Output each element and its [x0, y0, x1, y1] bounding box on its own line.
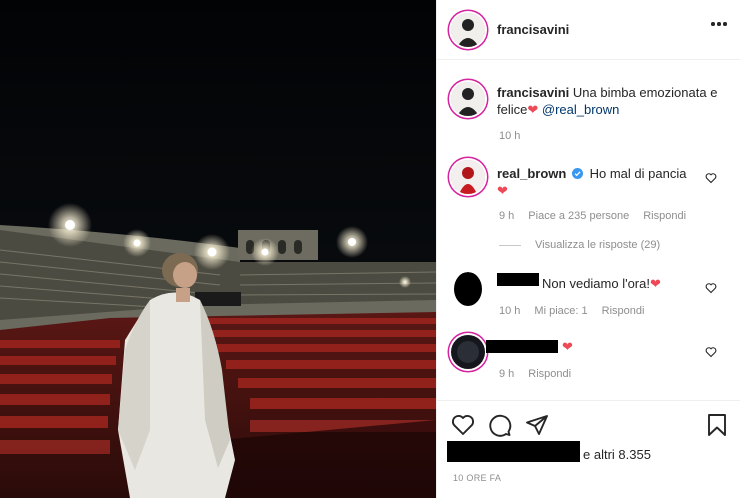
reply-button[interactable]: Rispondi — [602, 305, 645, 317]
reply-button[interactable]: Rispondi — [643, 210, 686, 222]
heart-emoji: ❤ — [527, 102, 539, 117]
heart-emoji: ❤ — [497, 183, 508, 198]
comment-avatar[interactable] — [451, 335, 485, 369]
caption: francisavini Una bimba emozionata e feli… — [497, 84, 722, 118]
comment-likes[interactable]: Piace a 235 persone — [528, 210, 629, 222]
heart-icon[interactable] — [705, 346, 717, 358]
comment-text: Ho mal di pancia — [589, 166, 687, 181]
comment-avatar[interactable] — [451, 160, 485, 194]
verified-badge-icon — [571, 168, 583, 179]
redacted-username — [486, 340, 558, 353]
more-icon — [711, 22, 715, 26]
comment-text-block: Non vediamo l'ora!❤ — [542, 275, 712, 292]
share-icon[interactable] — [525, 413, 549, 437]
caption-avatar[interactable] — [451, 82, 485, 116]
divider — [499, 244, 521, 246]
heart-emoji: ❤ — [649, 276, 661, 291]
caption-username[interactable]: francisavini — [497, 85, 569, 100]
comment-time[interactable]: 10 h — [499, 305, 520, 317]
bookmark-icon[interactable] — [705, 413, 729, 437]
view-replies-label: Visualizza le risposte (29) — [535, 239, 661, 251]
comment-text-block: ❤ — [562, 338, 602, 355]
comments-list: francisavini Una bimba emozionata e feli… — [437, 60, 740, 400]
more-options-button[interactable] — [711, 22, 727, 28]
comment-icon[interactable] — [488, 413, 512, 437]
likes-count[interactable]: e altri 8.355 — [583, 447, 651, 462]
redacted-likers — [447, 441, 580, 462]
comment-time[interactable]: 9 h — [499, 368, 514, 380]
post-photo[interactable] — [0, 0, 436, 498]
heart-icon[interactable] — [705, 172, 717, 184]
post-header: francisavini — [437, 0, 740, 60]
reply-button[interactable]: Rispondi — [528, 368, 571, 380]
post-time-ago[interactable]: 10 ORE FA — [453, 473, 501, 483]
comment-meta: 9 h Rispondi — [499, 368, 571, 380]
comment-likes[interactable]: Mi piace: 1 — [534, 305, 587, 317]
comment-username[interactable]: real_brown — [497, 166, 566, 181]
heart-emoji: ❤ — [562, 339, 573, 354]
comment-time[interactable]: 9 h — [499, 210, 514, 222]
redacted-username — [497, 273, 539, 286]
caption-meta: 10 h — [499, 130, 520, 142]
heart-icon[interactable] — [451, 413, 475, 437]
comment-meta: 9 h Piace a 235 persone Rispondi — [499, 210, 686, 222]
heart-icon[interactable] — [705, 282, 717, 294]
caption-time[interactable]: 10 h — [499, 130, 520, 142]
author-username[interactable]: francisavini — [497, 22, 569, 37]
post-actions: e altri 8.355 10 ORE FA — [437, 400, 740, 498]
post-side-panel: francisavini francisavini Una bimba emoz… — [436, 0, 740, 498]
author-avatar[interactable] — [451, 13, 485, 47]
caption-mention[interactable]: @real_brown — [542, 102, 620, 117]
comment-text: Non vediamo l'ora! — [542, 276, 650, 291]
comment-text-block: real_brown Ho mal di pancia ❤ — [497, 165, 707, 199]
comment-avatar[interactable] — [451, 272, 485, 306]
photo-illustration — [0, 0, 436, 498]
view-replies-button[interactable]: Visualizza le risposte (29) — [499, 239, 660, 251]
comment-meta: 10 h Mi piace: 1 Rispondi — [499, 305, 644, 317]
